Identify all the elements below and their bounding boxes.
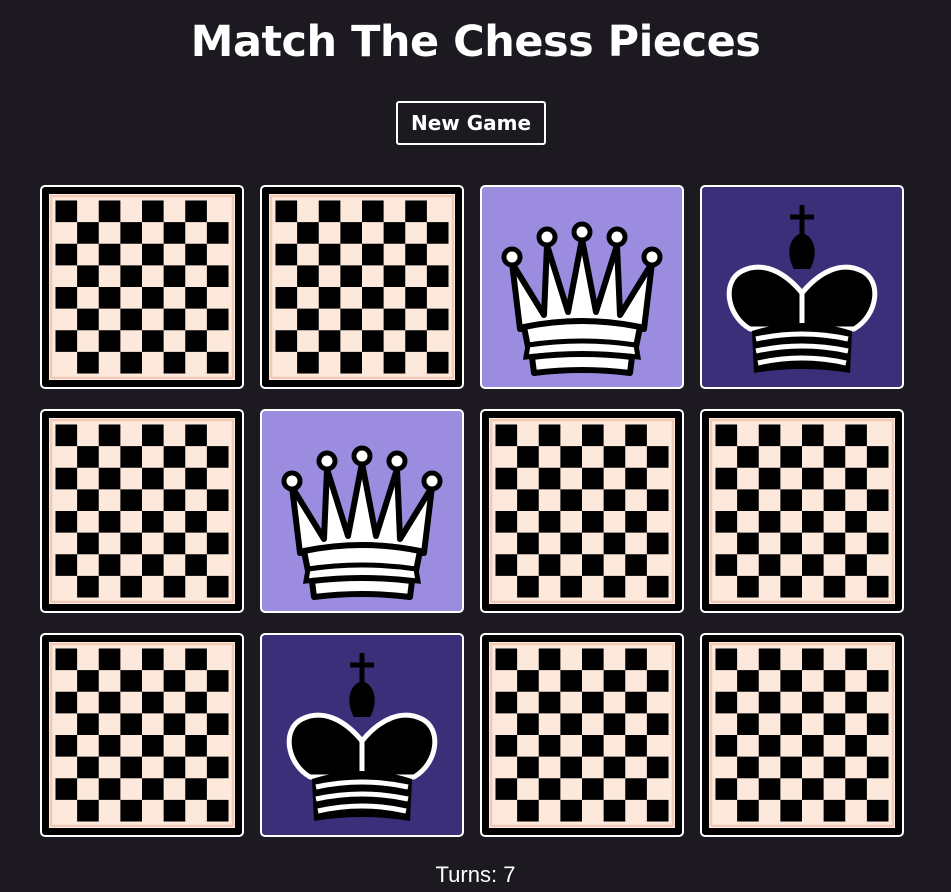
card-r3-c2[interactable]	[260, 633, 464, 837]
white-queen-icon	[272, 421, 452, 601]
card-r2-c4[interactable]	[700, 409, 904, 613]
chessboard-icon	[709, 418, 895, 604]
card-r1-c1[interactable]	[40, 185, 244, 389]
card-r2-c3[interactable]	[480, 409, 684, 613]
black-king-icon	[712, 197, 892, 377]
card-grid	[40, 185, 906, 837]
chessboard-icon	[49, 642, 235, 828]
card-r2-c2[interactable]	[260, 409, 464, 613]
black-king-icon	[272, 645, 452, 825]
card-r2-c1[interactable]	[40, 409, 244, 613]
chessboard-icon	[49, 418, 235, 604]
new-game-button[interactable]: New Game	[396, 101, 546, 145]
turns-value: 7	[503, 862, 516, 887]
card-r1-c4[interactable]	[700, 185, 904, 389]
card-r1-c2[interactable]	[260, 185, 464, 389]
chessboard-icon	[709, 642, 895, 828]
card-r3-c1[interactable]	[40, 633, 244, 837]
chessboard-icon	[489, 642, 675, 828]
card-r1-c3[interactable]	[480, 185, 684, 389]
game-page: Match The Chess Pieces New Game Turns: 7	[0, 0, 951, 892]
turns-label: Turns:	[435, 862, 498, 887]
white-queen-icon	[492, 197, 672, 377]
card-r3-c3[interactable]	[480, 633, 684, 837]
chessboard-icon	[269, 194, 455, 380]
page-title: Match The Chess Pieces	[190, 17, 761, 67]
chessboard-icon	[489, 418, 675, 604]
turns-counter: Turns: 7	[0, 860, 951, 890]
chessboard-icon	[49, 194, 235, 380]
card-r3-c4[interactable]	[700, 633, 904, 837]
